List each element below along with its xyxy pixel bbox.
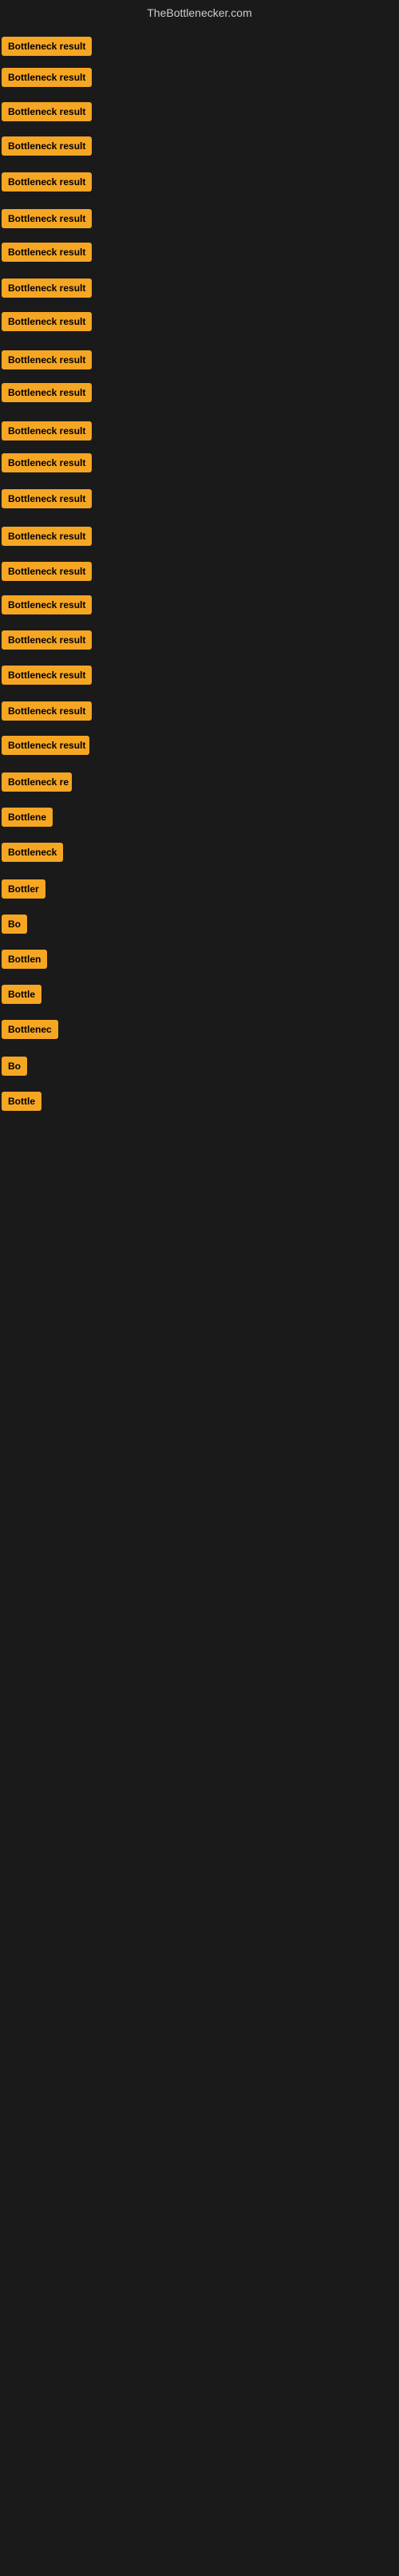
- bottleneck-result-badge[interactable]: Bottleneck result: [2, 102, 92, 121]
- bottleneck-result-badge[interactable]: Bottleneck result: [2, 312, 92, 331]
- bottleneck-result-badge[interactable]: Bottleneck re: [2, 772, 72, 792]
- bottleneck-result-badge[interactable]: Bottleneck: [2, 843, 63, 862]
- bottleneck-result-badge[interactable]: Bottlenec: [2, 1020, 58, 1039]
- bottleneck-result-badge[interactable]: Bottleneck result: [2, 37, 92, 56]
- bottleneck-result-badge[interactable]: Bottle: [2, 985, 41, 1004]
- bottleneck-result-badge[interactable]: Bottlene: [2, 808, 53, 827]
- bottleneck-result-badge[interactable]: Bottleneck result: [2, 701, 92, 721]
- bottleneck-result-badge[interactable]: Bottleneck result: [2, 453, 92, 472]
- bottleneck-result-badge[interactable]: Bo: [2, 1057, 27, 1076]
- bottleneck-result-badge[interactable]: Bottleneck result: [2, 630, 92, 650]
- bottleneck-result-badge[interactable]: Bo: [2, 915, 27, 934]
- bottleneck-result-badge[interactable]: Bottleneck result: [2, 350, 92, 369]
- bottleneck-result-badge[interactable]: Bottle: [2, 1092, 41, 1111]
- bottleneck-result-badge[interactable]: Bottleneck result: [2, 736, 89, 755]
- bottleneck-result-badge[interactable]: Bottleneck result: [2, 489, 92, 508]
- site-title: TheBottlenecker.com: [0, 0, 399, 22]
- bottleneck-result-badge[interactable]: Bottleneck result: [2, 383, 92, 402]
- bottleneck-result-badge[interactable]: Bottleneck result: [2, 209, 92, 228]
- bottleneck-result-badge[interactable]: Bottler: [2, 879, 45, 899]
- bottleneck-result-badge[interactable]: Bottleneck result: [2, 279, 92, 298]
- bottleneck-result-badge[interactable]: Bottleneck result: [2, 68, 92, 87]
- bottleneck-result-badge[interactable]: Bottleneck result: [2, 136, 92, 156]
- bottleneck-result-badge[interactable]: Bottleneck result: [2, 243, 92, 262]
- bottleneck-result-badge[interactable]: Bottleneck result: [2, 666, 92, 685]
- bottleneck-result-badge[interactable]: Bottleneck result: [2, 172, 92, 192]
- bottleneck-result-badge[interactable]: Bottleneck result: [2, 562, 92, 581]
- bottleneck-result-badge[interactable]: Bottlen: [2, 950, 47, 969]
- bottleneck-result-badge[interactable]: Bottleneck result: [2, 595, 92, 614]
- bottleneck-result-badge[interactable]: Bottleneck result: [2, 421, 92, 441]
- bottleneck-result-badge[interactable]: Bottleneck result: [2, 527, 92, 546]
